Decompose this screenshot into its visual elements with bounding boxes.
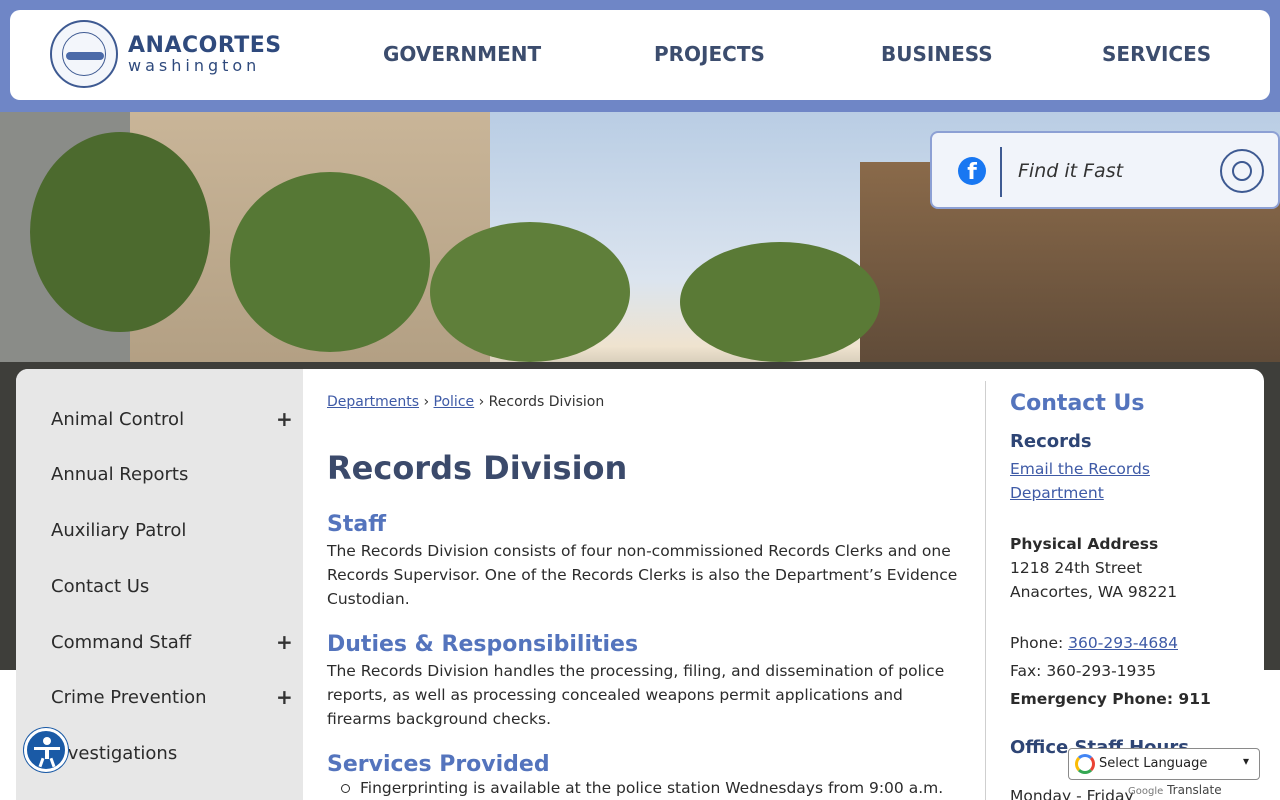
column-divider xyxy=(985,381,986,800)
expand-animal-control-icon[interactable]: + xyxy=(276,407,293,431)
office-hours-line: Monday - Friday xyxy=(1010,787,1134,800)
nav-projects[interactable]: PROJECTS xyxy=(654,42,765,66)
language-select[interactable]: Select Language ▾ xyxy=(1068,748,1260,780)
nav-business[interactable]: BUSINESS xyxy=(881,42,993,66)
email-records-link-cont[interactable]: Department xyxy=(1010,484,1104,502)
nav-government[interactable]: GOVERNMENT xyxy=(383,42,541,66)
address-line-1: 1218 24th Street xyxy=(1010,559,1143,577)
content-panel: Animal Control + Annual Reports Auxiliar… xyxy=(16,369,1264,800)
search-bar: f xyxy=(930,131,1280,209)
emergency-phone: Emergency Phone: 911 xyxy=(1010,690,1211,708)
site-header: ANACORTES washington GOVERNMENT PROJECTS… xyxy=(10,10,1270,100)
chevron-down-icon: ▾ xyxy=(1243,754,1250,768)
main-content: Departments › Police › Records Division … xyxy=(327,369,987,800)
search-input[interactable] xyxy=(1018,155,1208,187)
google-wordmark: Google xyxy=(1128,786,1164,797)
powered-by-google[interactable]: Google Translate xyxy=(1128,783,1222,797)
breadcrumb-police[interactable]: Police xyxy=(434,394,475,410)
breadcrumb: Departments › Police › Records Division xyxy=(327,394,604,410)
accessibility-icon[interactable] xyxy=(24,728,68,772)
breadcrumb-current: Records Division xyxy=(488,394,605,410)
search-divider xyxy=(1000,147,1002,197)
contact-title: Contact Us xyxy=(1010,391,1145,416)
nav-services[interactable]: SERVICES xyxy=(1102,42,1211,66)
facebook-icon[interactable]: f xyxy=(958,157,986,185)
phone-link[interactable]: 360-293-4684 xyxy=(1068,634,1178,652)
logo-subtitle: washington xyxy=(128,56,261,75)
sidebar-item-auxiliary-patrol[interactable]: Auxiliary Patrol xyxy=(51,520,186,541)
section-heading-duties: Duties & Responsibilities xyxy=(327,632,639,657)
expand-command-staff-icon[interactable]: + xyxy=(276,630,293,654)
contact-subtitle: Records xyxy=(1010,431,1092,452)
section-heading-services: Services Provided xyxy=(327,752,550,777)
search-icon xyxy=(1232,161,1252,181)
sidebar-item-contact-us[interactable]: Contact Us xyxy=(51,576,149,597)
breadcrumb-separator: › xyxy=(478,394,485,410)
section-body-staff: The Records Division consists of four no… xyxy=(327,542,958,608)
sidebar-item-animal-control[interactable]: Animal Control xyxy=(51,409,184,430)
email-records-link[interactable]: Email the Records xyxy=(1010,460,1150,478)
translate-wordmark: Translate xyxy=(1167,783,1222,797)
page-title: Records Division xyxy=(327,449,628,487)
phone-label: Phone: xyxy=(1010,634,1069,652)
google-g-icon xyxy=(1075,754,1095,774)
section-body-duties: The Records Division handles the process… xyxy=(327,662,945,728)
language-select-label: Select Language xyxy=(1099,756,1208,771)
breadcrumb-departments[interactable]: Departments xyxy=(327,394,419,410)
search-button[interactable] xyxy=(1220,149,1264,193)
phone-line: Phone: 360-293-4684 xyxy=(1010,634,1178,652)
expand-crime-prevention-icon[interactable]: + xyxy=(276,685,293,709)
list-item: Fingerprinting is available at the polic… xyxy=(341,779,943,797)
sidebar-item-investigations[interactable]: Investigations xyxy=(51,743,177,764)
fax-line: Fax: 360-293-1935 xyxy=(1010,662,1157,680)
logo-name: ANACORTES xyxy=(128,33,282,58)
city-logo[interactable]: ANACORTES washington xyxy=(50,20,282,88)
sidebar-item-command-staff[interactable]: Command Staff xyxy=(51,632,191,653)
contact-sidebar: Contact Us Records Email the Records Dep… xyxy=(1010,369,1260,800)
sidebar-item-annual-reports[interactable]: Annual Reports xyxy=(51,464,188,485)
address-line-2: Anacortes, WA 98221 xyxy=(1010,583,1178,601)
sidebar-item-crime-prevention[interactable]: Crime Prevention xyxy=(51,687,207,708)
city-seal-icon xyxy=(50,20,118,88)
address-label: Physical Address xyxy=(1010,535,1159,553)
breadcrumb-separator: › xyxy=(423,394,430,410)
section-heading-staff: Staff xyxy=(327,512,387,537)
